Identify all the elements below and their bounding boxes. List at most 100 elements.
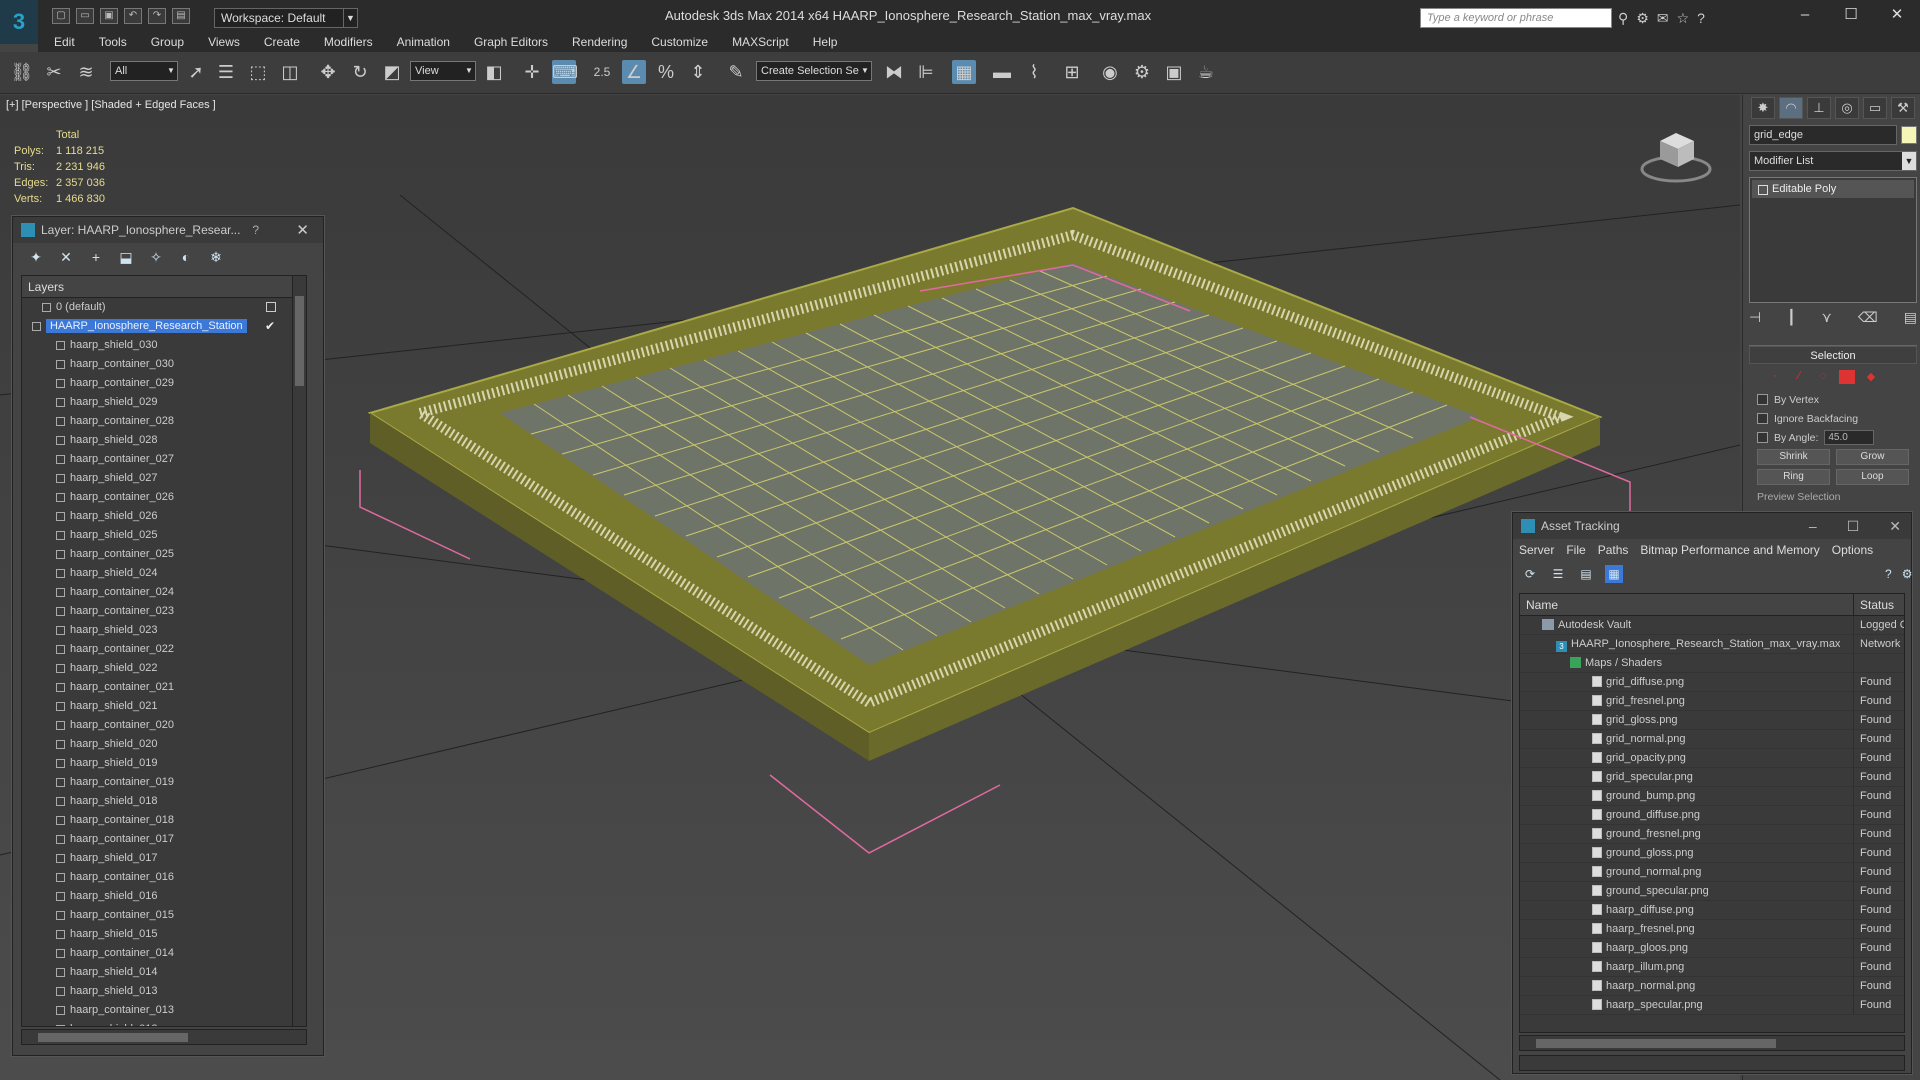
layer-object-row[interactable]: haarp_container_020 <box>22 716 294 735</box>
minimize-button[interactable]: – <box>1782 0 1828 32</box>
asset-row-file[interactable]: grid_opacity.png Found <box>1520 749 1904 768</box>
layer-object-row[interactable]: haarp_shield_017 <box>22 849 294 868</box>
menu-graph-editors[interactable]: Graph Editors <box>474 32 548 52</box>
asset-horizontal-scrollbar[interactable] <box>1519 1035 1905 1051</box>
menu-group[interactable]: Group <box>151 32 184 52</box>
asset-row-file[interactable]: haarp_illum.png Found <box>1520 958 1904 977</box>
menu-help[interactable]: Help <box>813 32 838 52</box>
asset-menu-options[interactable]: Options <box>1832 543 1873 557</box>
asset-row-file[interactable]: ground_bump.png Found <box>1520 787 1904 806</box>
scale-icon[interactable]: ◩ <box>380 60 404 84</box>
select-object-icon[interactable]: ➚ <box>184 60 208 84</box>
reference-coordinate-dropdown[interactable]: View ▼ <box>410 61 476 81</box>
layer-object-row[interactable]: haarp_shield_024 <box>22 564 294 583</box>
table-view-icon[interactable]: ▦ <box>1605 565 1623 583</box>
select-manipulate-icon[interactable]: ✛ <box>520 60 544 84</box>
menu-rendering[interactable]: Rendering <box>572 32 627 52</box>
layer-object-row[interactable]: haarp_shield_018 <box>22 792 294 811</box>
settings-icon[interactable]: ⚙ <box>1902 565 1913 583</box>
pivot-center-icon[interactable]: ◧ <box>482 60 506 84</box>
layers-column-header[interactable]: Layers <box>22 276 306 298</box>
vertex-level-icon[interactable]: · <box>1767 370 1783 384</box>
asset-row-file[interactable]: haarp_fresnel.png Found <box>1520 920 1904 939</box>
layer-row-active[interactable]: HAARP_Ionosphere_Research_Station ✔ <box>22 317 294 336</box>
asset-menu-file[interactable]: File <box>1566 543 1585 557</box>
layer-object-row[interactable]: haarp_shield_015 <box>22 925 294 944</box>
window-crossing-icon[interactable]: ◫ <box>278 60 302 84</box>
delete-layer-icon[interactable]: ✕ <box>57 248 75 266</box>
communication-icon[interactable]: ✉ <box>1657 10 1669 27</box>
layer-object-row[interactable]: haarp_container_029 <box>22 374 294 393</box>
current-layer-toggle[interactable] <box>266 302 276 312</box>
layer-object-row[interactable]: haarp_container_014 <box>22 944 294 963</box>
layer-object-row[interactable]: haarp_container_015 <box>22 906 294 925</box>
configure-sets-icon[interactable]: ▤ <box>1904 309 1917 331</box>
layer-object-row[interactable]: haarp_container_021 <box>22 678 294 697</box>
menu-tools[interactable]: Tools <box>99 32 127 52</box>
redo-icon[interactable]: ↷ <box>148 8 166 24</box>
keyboard-shortcut-override-icon[interactable]: ⌨ <box>552 60 578 84</box>
maximize-button[interactable]: ☐ <box>1828 0 1874 32</box>
name-column-header[interactable]: Name <box>1520 594 1854 615</box>
layer-object-row[interactable]: haarp_shield_029 <box>22 393 294 412</box>
viewcube-icon[interactable] <box>1640 123 1712 183</box>
menu-customize[interactable]: Customize <box>651 32 708 52</box>
asset-row-file[interactable]: ground_fresnel.png Found <box>1520 825 1904 844</box>
layer-object-row[interactable]: haarp_shield_014 <box>22 963 294 982</box>
refresh-icon[interactable]: ⟳ <box>1521 565 1539 583</box>
modifier-stack-item[interactable]: Editable Poly <box>1752 180 1914 198</box>
save-file-icon[interactable]: ▣ <box>100 8 118 24</box>
modify-tab-icon[interactable]: ◠ <box>1779 97 1803 119</box>
asset-row-file[interactable]: ground_specular.png Found <box>1520 882 1904 901</box>
layer-object-row[interactable]: haarp_container_013 <box>22 1001 294 1020</box>
percent-snap-icon[interactable]: % <box>654 60 678 84</box>
layer-object-row[interactable]: haarp_shield_027 <box>22 469 294 488</box>
display-tab-icon[interactable]: ▭ <box>1863 97 1887 119</box>
asset-row-file[interactable]: ground_gloss.png Found <box>1520 844 1904 863</box>
move-icon[interactable]: ✥ <box>316 60 340 84</box>
help-icon[interactable]: ? <box>1885 565 1892 583</box>
align-icon[interactable]: ⊫ <box>914 60 938 84</box>
render-teapot-icon[interactable]: ☕ <box>1194 60 1218 84</box>
menu-create[interactable]: Create <box>264 32 300 52</box>
asset-row-file[interactable]: grid_fresnel.png Found <box>1520 692 1904 711</box>
help-icon[interactable]: ? <box>1697 10 1705 27</box>
maximize-icon[interactable]: ☐ <box>1847 518 1860 535</box>
add-to-layer-icon[interactable]: + <box>87 248 105 266</box>
selection-filter-dropdown[interactable]: All ▼ <box>110 61 178 81</box>
layer-object-row[interactable]: haarp_container_027 <box>22 450 294 469</box>
make-unique-icon[interactable]: ⋎ <box>1822 309 1832 331</box>
asset-row-file[interactable]: grid_normal.png Found <box>1520 730 1904 749</box>
layer-object-row[interactable]: haarp_shield_023 <box>22 621 294 640</box>
new-file-icon[interactable]: ▢ <box>52 8 70 24</box>
undo-icon[interactable]: ↶ <box>124 8 142 24</box>
app-logo-icon[interactable]: 3 <box>0 0 38 44</box>
motion-tab-icon[interactable]: ◎ <box>1835 97 1859 119</box>
graphite-ribbon-icon[interactable]: ▬ <box>990 60 1014 84</box>
scrollbar-thumb[interactable] <box>1536 1039 1776 1048</box>
scrollbar-thumb[interactable] <box>295 296 304 386</box>
keyword-search-input[interactable]: Type a keyword or phrase <box>1420 8 1612 28</box>
curve-editor-icon[interactable]: ⌇ <box>1022 60 1046 84</box>
ring-button[interactable]: Ring <box>1757 469 1830 485</box>
asset-row-file[interactable]: haarp_gloos.png Found <box>1520 939 1904 958</box>
layer-object-row[interactable]: haarp_container_016 <box>22 868 294 887</box>
selection-rollout-header[interactable]: Selection <box>1749 346 1917 364</box>
layer-object-row[interactable]: haarp_shield_012 <box>22 1020 294 1026</box>
link-icon[interactable]: ⛓ <box>10 60 34 84</box>
layer-object-row[interactable]: haarp_container_018 <box>22 811 294 830</box>
by-angle-option[interactable]: By Angle: 45.0 <box>1749 428 1917 447</box>
layer-object-row[interactable]: haarp_shield_013 <box>22 982 294 1001</box>
menu-maxscript[interactable]: MAXScript <box>732 32 789 52</box>
list-view-icon[interactable]: ☰ <box>1549 565 1567 583</box>
asset-menu-server[interactable]: Server <box>1519 543 1554 557</box>
spinner-snap-icon[interactable]: ⇕ <box>686 60 710 84</box>
layer-object-row[interactable]: haarp_shield_021 <box>22 697 294 716</box>
rendered-frame-window-icon[interactable]: ▣ <box>1162 60 1186 84</box>
by-vertex-option[interactable]: By Vertex <box>1749 390 1917 409</box>
asset-row-maps-folder[interactable]: Maps / Shaders <box>1520 654 1904 673</box>
close-button[interactable]: ✕ <box>1874 0 1920 32</box>
highlight-layer-icon[interactable]: ✧ <box>147 248 165 266</box>
subscription-icon[interactable]: ⚙ <box>1636 10 1649 27</box>
project-folder-icon[interactable]: ▤ <box>172 8 190 24</box>
